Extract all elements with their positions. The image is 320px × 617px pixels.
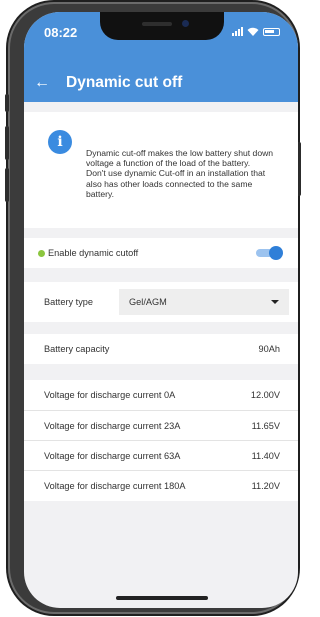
wifi-icon bbox=[247, 27, 259, 36]
voltage-label: Voltage for discharge current 23A bbox=[44, 420, 181, 431]
info-icon: i bbox=[48, 130, 72, 154]
battery-type-value: Gel/AGM bbox=[129, 297, 167, 307]
notch bbox=[100, 12, 224, 40]
page-title: Dynamic cut off bbox=[66, 74, 183, 91]
status-icons bbox=[232, 27, 280, 36]
battery-capacity-row[interactable]: Battery capacity 90Ah bbox=[24, 334, 298, 364]
battery-capacity-label: Battery capacity bbox=[44, 344, 110, 354]
voltage-label: Voltage for discharge current 0A bbox=[44, 390, 176, 400]
back-arrow-icon[interactable]: ← bbox=[24, 74, 60, 92]
battery-icon bbox=[263, 28, 280, 36]
dynamic-cutoff-label: Enable dynamic cutoff bbox=[48, 248, 139, 258]
voltage-label: Voltage for discharge current 180A bbox=[44, 481, 186, 491]
status-time: 08:22 bbox=[44, 25, 78, 40]
camera bbox=[182, 20, 189, 27]
info-card: i Dynamic cut-off makes the low battery … bbox=[24, 112, 298, 228]
phone-frame: 08:22 ← Dynamic cut off i Dynamic cut-of… bbox=[5, 2, 301, 614]
side-button-volume-up bbox=[5, 126, 9, 160]
voltage-value: 11.20V bbox=[251, 481, 280, 491]
voltage-value: 11.65V bbox=[251, 420, 280, 431]
status-bar: 08:22 bbox=[24, 12, 298, 64]
app-bar: ← Dynamic cut off bbox=[24, 64, 298, 102]
info-text-line-1: Dynamic cut-off makes the low battery sh… bbox=[86, 148, 274, 169]
dynamic-cutoff-row[interactable]: Enable dynamic cutoff bbox=[24, 238, 298, 268]
voltage-value: 11.40V bbox=[251, 450, 280, 461]
voltage-row[interactable]: Voltage for discharge current 180A 11.20… bbox=[24, 471, 298, 501]
voltage-row[interactable]: Voltage for discharge current 63A 11.40V bbox=[24, 441, 298, 470]
battery-type-row[interactable]: Battery type Gel/AGM bbox=[24, 282, 298, 322]
side-button-silent bbox=[5, 94, 9, 112]
home-indicator[interactable] bbox=[116, 596, 208, 600]
speaker bbox=[142, 22, 172, 26]
dropdown-caret-icon bbox=[271, 300, 280, 304]
toggle-knob bbox=[269, 246, 283, 260]
status-dot-icon bbox=[38, 249, 45, 257]
battery-capacity-value: 90Ah bbox=[258, 344, 280, 354]
dynamic-cutoff-toggle[interactable] bbox=[256, 246, 283, 260]
battery-type-select[interactable]: Gel/AGM bbox=[119, 289, 290, 315]
voltage-label: Voltage for discharge current 63A bbox=[44, 450, 181, 461]
voltage-row[interactable]: Voltage for discharge current 0A 12.00V bbox=[24, 380, 298, 410]
voltage-row[interactable]: Voltage for discharge current 23A 11.65V bbox=[24, 411, 298, 440]
settings-content[interactable]: i Dynamic cut-off makes the low battery … bbox=[24, 102, 298, 608]
battery-type-label: Battery type bbox=[44, 297, 94, 307]
screen: 08:22 ← Dynamic cut off i Dynamic cut-of… bbox=[24, 12, 298, 608]
info-text: Dynamic cut-off makes the low battery sh… bbox=[86, 148, 282, 199]
voltage-value: 12.00V bbox=[250, 390, 280, 400]
side-button-volume-down bbox=[5, 168, 9, 202]
signal-icon bbox=[232, 27, 243, 36]
info-text-line-2: Don't use dynamic Cut-off in an installa… bbox=[86, 168, 266, 199]
